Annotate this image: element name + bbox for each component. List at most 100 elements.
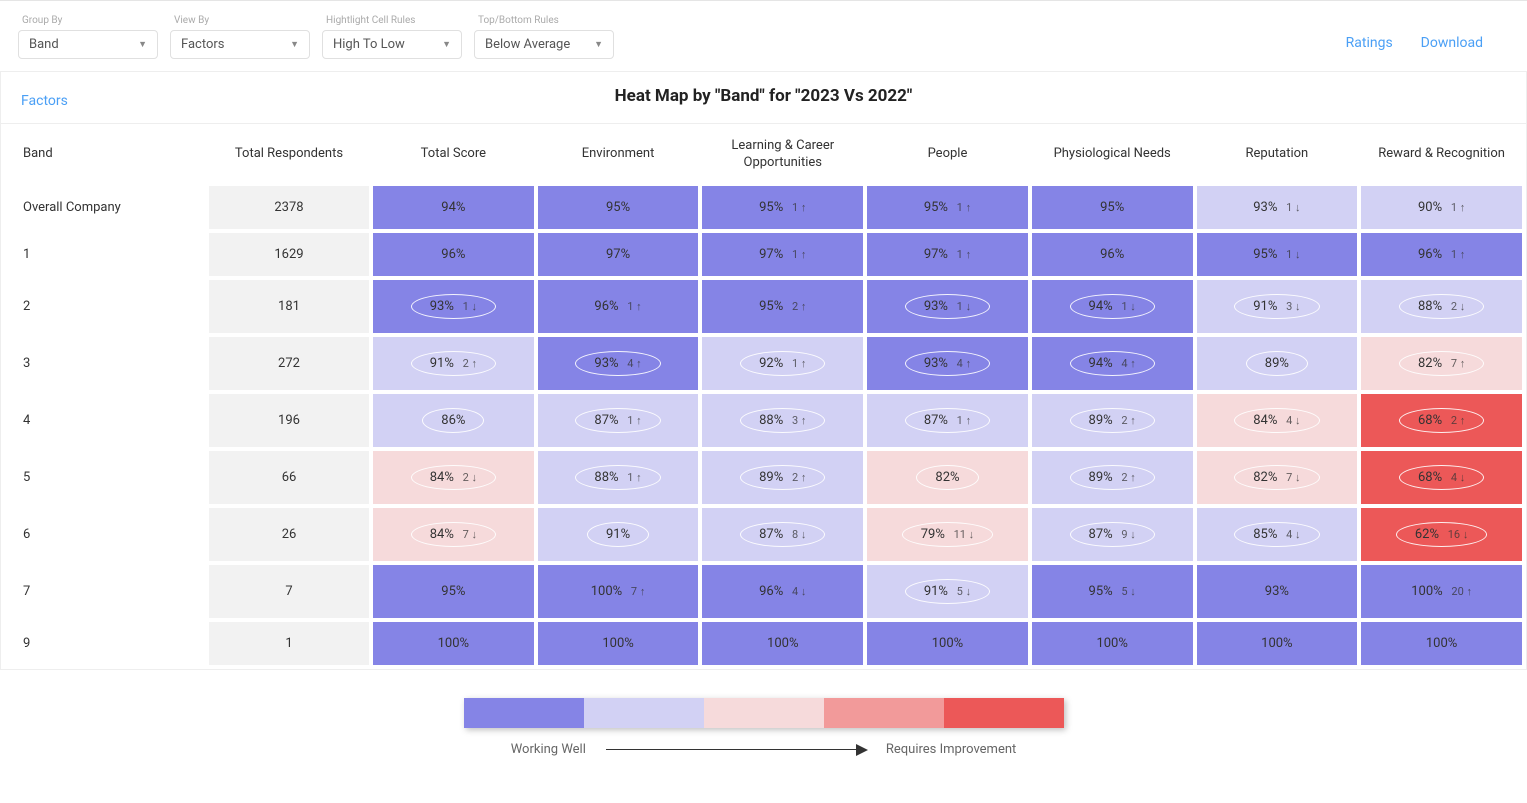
heatmap-cell[interactable]: 82% 7 ↓: [1197, 451, 1358, 504]
heatmap-cell[interactable]: 93% 4 ↑: [538, 337, 699, 390]
heatmap-cell[interactable]: 89% 2 ↑: [702, 451, 863, 504]
select-value: Band: [29, 37, 59, 52]
row-respondents: 7: [209, 565, 369, 618]
heatmap-cell[interactable]: 93%: [1197, 565, 1358, 618]
row-respondents: 1629: [209, 233, 369, 276]
heatmap-cell[interactable]: 95% 1 ↑: [702, 186, 863, 229]
heatmap-cell[interactable]: 91%: [538, 508, 699, 561]
filter-highlight: Hightlight Cell Rules High To Low ▼: [322, 15, 462, 59]
heatmap-cell[interactable]: 86%: [373, 394, 534, 447]
heatmap-cell[interactable]: 90% 1 ↑: [1361, 186, 1522, 229]
select-value: High To Low: [333, 37, 405, 52]
heatmap-cell[interactable]: 94% 4 ↑: [1032, 337, 1193, 390]
heatmap-cell[interactable]: 68% 2 ↑: [1361, 394, 1522, 447]
row-band: 5: [5, 451, 205, 504]
heatmap-cell[interactable]: 100%: [1197, 622, 1358, 665]
view-by-select[interactable]: Factors ▼: [170, 30, 310, 59]
filter-top-bottom: Top/Bottom Rules Below Average ▼: [474, 15, 614, 59]
heatmap-cell[interactable]: 91% 5 ↓: [867, 565, 1028, 618]
arrow-right-icon: [606, 749, 866, 750]
heatmap-cell[interactable]: 91% 2 ↑: [373, 337, 534, 390]
heatmap-cell[interactable]: 94% 1 ↓: [1032, 280, 1193, 333]
heatmap-cell[interactable]: 95%: [538, 186, 699, 229]
heatmap-cell[interactable]: 97%: [538, 233, 699, 276]
highlight-select[interactable]: High To Low ▼: [322, 30, 462, 59]
heatmap-cell[interactable]: 96% 1 ↑: [538, 280, 699, 333]
caret-down-icon: ▼: [594, 39, 603, 50]
row-respondents: 2378: [209, 186, 369, 229]
factors-tab[interactable]: Factors: [21, 93, 68, 109]
table-row: 419686%87% 1 ↑88% 3 ↑87% 1 ↑89% 2 ↑84% 4…: [5, 394, 1522, 447]
filter-label: Group By: [18, 15, 158, 26]
heatmap-cell[interactable]: 89%: [1197, 337, 1358, 390]
heatmap-cell[interactable]: 100%: [1361, 622, 1522, 665]
heatmap-cell[interactable]: 100%: [867, 622, 1028, 665]
heatmap-cell[interactable]: 100%: [702, 622, 863, 665]
heatmap-cell[interactable]: 92% 1 ↑: [702, 337, 863, 390]
heatmap-cell[interactable]: 100%: [1032, 622, 1193, 665]
heatmap-cell[interactable]: 88% 1 ↑: [538, 451, 699, 504]
heatmap-cell[interactable]: 97% 1 ↑: [702, 233, 863, 276]
panel-header: Factors Heat Map by "Band" for "2023 Vs …: [1, 72, 1526, 124]
heatmap-cell[interactable]: 100% 7 ↑: [538, 565, 699, 618]
column-header: Total Respondents: [209, 128, 369, 182]
heatmap-cell[interactable]: 93% 4 ↑: [867, 337, 1028, 390]
heatmap-cell[interactable]: 95% 1 ↓: [1197, 233, 1358, 276]
heatmap-cell[interactable]: 100% 20 ↑: [1361, 565, 1522, 618]
heatmap-cell[interactable]: 68% 4 ↓: [1361, 451, 1522, 504]
heatmap-cell[interactable]: 93% 1 ↓: [373, 280, 534, 333]
heatmap-cell[interactable]: 93% 1 ↓: [1197, 186, 1358, 229]
group-by-select[interactable]: Band ▼: [18, 30, 158, 59]
table-row: 62684% 7 ↓91%87% 8 ↓79% 11 ↓87% 9 ↓85% 4…: [5, 508, 1522, 561]
heatmap-cell[interactable]: 88% 2 ↓: [1361, 280, 1522, 333]
heatmap-cell[interactable]: 95% 5 ↓: [1032, 565, 1193, 618]
legend-right-label: Requires Improvement: [886, 742, 1016, 757]
heatmap-cell[interactable]: 96%: [1032, 233, 1193, 276]
table-row: 327291% 2 ↑93% 4 ↑92% 1 ↑93% 4 ↑94% 4 ↑8…: [5, 337, 1522, 390]
heatmap-cell[interactable]: 88% 3 ↑: [702, 394, 863, 447]
column-header: Reputation: [1197, 128, 1358, 182]
top-bottom-select[interactable]: Below Average ▼: [474, 30, 614, 59]
heatmap-cell[interactable]: 87% 1 ↑: [867, 394, 1028, 447]
download-link[interactable]: Download: [1421, 35, 1483, 51]
filter-label: Top/Bottom Rules: [474, 15, 614, 26]
heatmap-cell[interactable]: 82%: [867, 451, 1028, 504]
column-header: Physiological Needs: [1032, 128, 1193, 182]
heatmap-cell[interactable]: 96% 4 ↓: [702, 565, 863, 618]
heatmap-cell[interactable]: 100%: [538, 622, 699, 665]
heatmap-cell[interactable]: 95% 2 ↑: [702, 280, 863, 333]
heatmap-cell[interactable]: 89% 2 ↑: [1032, 394, 1193, 447]
heatmap-cell[interactable]: 82% 7 ↑: [1361, 337, 1522, 390]
heatmap-cell[interactable]: 79% 11 ↓: [867, 508, 1028, 561]
heatmap-cell[interactable]: 95%: [1032, 186, 1193, 229]
heatmap-cell[interactable]: 84% 7 ↓: [373, 508, 534, 561]
column-header: Band: [5, 128, 205, 182]
heatmap-cell[interactable]: 100%: [373, 622, 534, 665]
heatmap-cell[interactable]: 84% 4 ↓: [1197, 394, 1358, 447]
select-value: Below Average: [485, 37, 570, 52]
heatmap-cell[interactable]: 97% 1 ↑: [867, 233, 1028, 276]
heatmap-cell[interactable]: 96% 1 ↑: [1361, 233, 1522, 276]
select-value: Factors: [181, 37, 225, 52]
column-header: Total Score: [373, 128, 534, 182]
heatmap-cell[interactable]: 95%: [373, 565, 534, 618]
column-header: Reward & Recognition: [1361, 128, 1522, 182]
ratings-link[interactable]: Ratings: [1346, 35, 1393, 51]
caret-down-icon: ▼: [442, 39, 451, 50]
heatmap-cell[interactable]: 95% 1 ↑: [867, 186, 1028, 229]
heatmap-cell[interactable]: 87% 1 ↑: [538, 394, 699, 447]
row-respondents: 181: [209, 280, 369, 333]
heatmap-cell[interactable]: 87% 8 ↓: [702, 508, 863, 561]
caret-down-icon: ▼: [138, 39, 147, 50]
heatmap-cell[interactable]: 89% 2 ↑: [1032, 451, 1193, 504]
table-row: 218193% 1 ↓96% 1 ↑95% 2 ↑93% 1 ↓94% 1 ↓9…: [5, 280, 1522, 333]
heatmap-cell[interactable]: 85% 4 ↓: [1197, 508, 1358, 561]
heatmap-cell[interactable]: 93% 1 ↓: [867, 280, 1028, 333]
heatmap-cell[interactable]: 91% 3 ↓: [1197, 280, 1358, 333]
heatmap-cell[interactable]: 94%: [373, 186, 534, 229]
heatmap-cell[interactable]: 62% 16 ↓: [1361, 508, 1522, 561]
row-band: 6: [5, 508, 205, 561]
heatmap-cell[interactable]: 87% 9 ↓: [1032, 508, 1193, 561]
heatmap-cell[interactable]: 84% 2 ↓: [373, 451, 534, 504]
heatmap-cell[interactable]: 96%: [373, 233, 534, 276]
